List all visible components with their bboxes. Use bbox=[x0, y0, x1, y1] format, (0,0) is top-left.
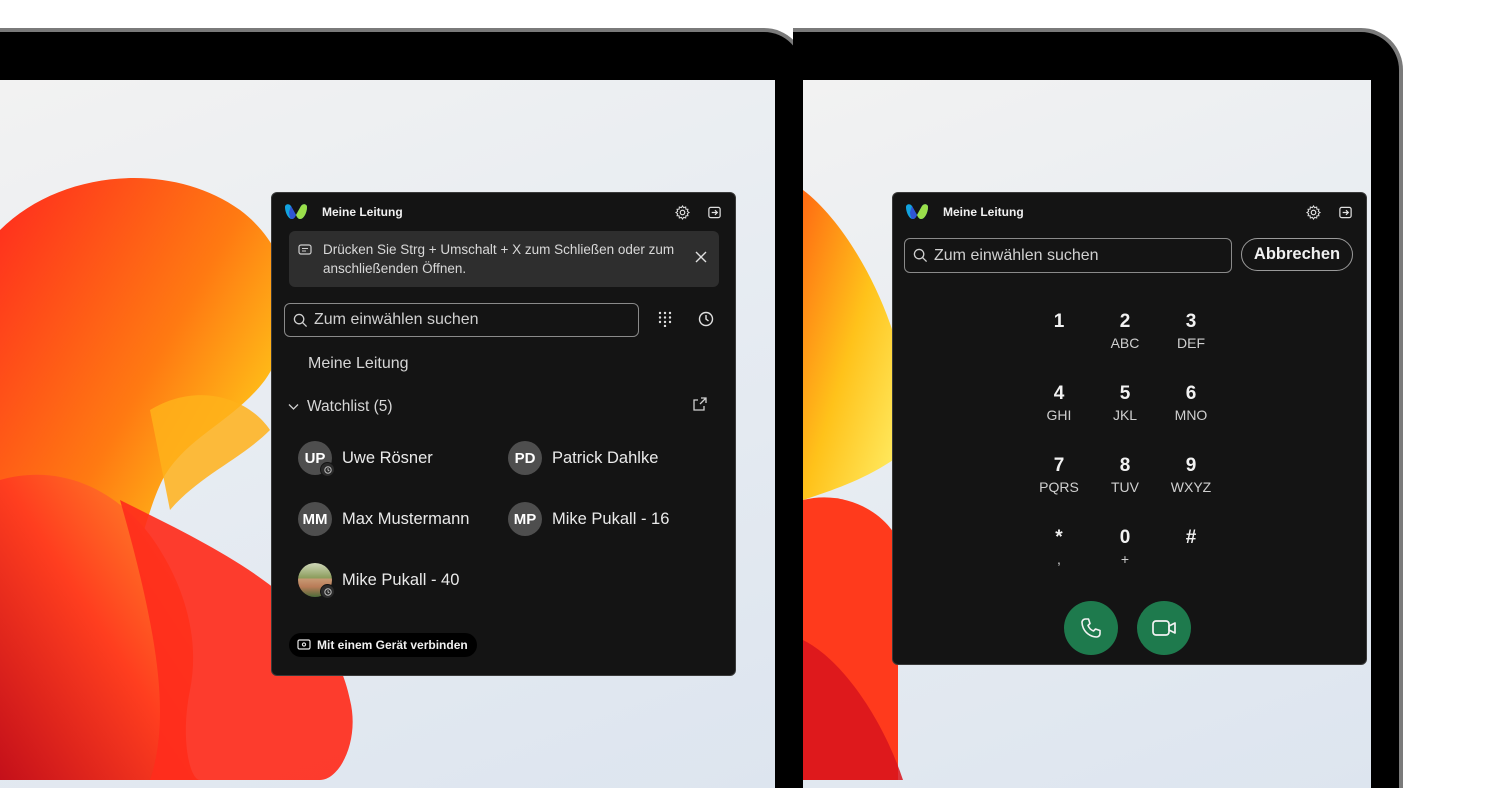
shortcut-hint-banner: Drücken Sie Strg + Umschalt + X zum Schl… bbox=[289, 231, 719, 287]
search-icon bbox=[293, 313, 308, 328]
webex-panel-dialpad: Meine Leitung Abbrechen 1 2ABC 3DEF bbox=[892, 192, 1367, 665]
message-icon bbox=[298, 243, 312, 262]
contact-name: Max Mustermann bbox=[342, 509, 470, 528]
key-1[interactable]: 1 bbox=[1026, 311, 1092, 383]
connect-device-button[interactable]: Mit einem Gerät verbinden bbox=[289, 633, 477, 657]
sign-out-icon[interactable] bbox=[1336, 203, 1354, 221]
panel-titlebar: Meine Leitung bbox=[284, 201, 723, 223]
contact-item[interactable]: MM Max Mustermann bbox=[298, 502, 469, 536]
watchlist-header[interactable]: Watchlist (5) bbox=[288, 398, 393, 416]
device-icon bbox=[297, 639, 311, 651]
phone-icon bbox=[1081, 618, 1101, 638]
dialpad-icon[interactable] bbox=[657, 311, 673, 327]
key-2[interactable]: 2 ABC bbox=[1092, 311, 1158, 383]
webex-logo bbox=[285, 204, 307, 219]
key-9[interactable]: 9 WXYZ bbox=[1158, 455, 1224, 527]
close-icon[interactable] bbox=[695, 249, 707, 268]
sign-out-icon[interactable] bbox=[705, 203, 723, 221]
away-clock-icon bbox=[320, 462, 335, 477]
contact-name: Uwe Rösner bbox=[342, 448, 433, 467]
avatar-photo bbox=[298, 563, 335, 599]
webex-logo bbox=[906, 204, 928, 219]
key-7[interactable]: 7 PQRS bbox=[1026, 455, 1092, 527]
tablet-right: Meine Leitung Abbrechen 1 2ABC 3DEF bbox=[793, 28, 1403, 788]
connect-label: Mit einem Gerät verbinden bbox=[317, 638, 468, 652]
contact-item[interactable]: Mike Pukall - 40 bbox=[298, 563, 460, 599]
contact-item[interactable]: MP Mike Pukall - 16 bbox=[508, 502, 669, 536]
banner-text: Drücken Sie Strg + Umschalt + X zum Schl… bbox=[323, 242, 675, 276]
dial-search-box[interactable] bbox=[284, 303, 639, 337]
key-6[interactable]: 6 MNO bbox=[1158, 383, 1224, 455]
away-clock-icon bbox=[320, 584, 335, 599]
video-icon bbox=[1152, 620, 1176, 636]
key-4[interactable]: 4 GHI bbox=[1026, 383, 1092, 455]
panel-titlebar: Meine Leitung bbox=[905, 201, 1354, 223]
avatar: MP bbox=[508, 502, 542, 536]
contact-name: Mike Pukall - 40 bbox=[342, 570, 460, 589]
panel-title: Meine Leitung bbox=[943, 205, 1024, 219]
cancel-button[interactable]: Abbrechen bbox=[1241, 238, 1353, 271]
avatar: PD bbox=[508, 441, 542, 475]
search-icon bbox=[913, 248, 928, 263]
key-5[interactable]: 5 JKL bbox=[1092, 383, 1158, 455]
dialpad: 1 2 ABC 3 DEF 4 GHI 5 JKL 6 MNO 7 PQRS 8 TUV 9W… bbox=[1026, 311, 1226, 599]
key-3[interactable]: 3 DEF bbox=[1158, 311, 1224, 383]
external-link-icon[interactable] bbox=[693, 397, 707, 411]
clock-icon[interactable] bbox=[698, 311, 714, 327]
contact-item[interactable]: PD Patrick Dahlke bbox=[508, 441, 658, 475]
tablet-left: Meine Leitung Drücken Sie Strg + Umschal… bbox=[0, 28, 806, 788]
chevron-down-icon bbox=[288, 403, 299, 411]
key-8[interactable]: 8 TUV bbox=[1092, 455, 1158, 527]
audio-call-button[interactable] bbox=[1064, 601, 1118, 655]
desktop-screen-right: Meine Leitung Abbrechen 1 2ABC 3DEF bbox=[803, 80, 1371, 788]
dial-search-box[interactable] bbox=[904, 238, 1232, 273]
avatar: MM bbox=[298, 502, 332, 536]
contact-name: Mike Pukall - 16 bbox=[552, 509, 670, 528]
search-input[interactable] bbox=[314, 311, 638, 329]
search-input[interactable] bbox=[934, 246, 1231, 265]
contact-name: Patrick Dahlke bbox=[552, 448, 659, 467]
key-star[interactable]: *, bbox=[1026, 527, 1092, 599]
webex-panel-dialer: Meine Leitung Drücken Sie Strg + Umschal… bbox=[271, 192, 736, 676]
gear-icon[interactable] bbox=[673, 203, 691, 221]
video-call-button[interactable] bbox=[1137, 601, 1191, 655]
gear-icon[interactable] bbox=[1304, 203, 1322, 221]
contact-item[interactable]: UP Uwe Rösner bbox=[298, 441, 433, 477]
my-line-label[interactable]: Meine Leitung bbox=[308, 355, 409, 373]
key-0[interactable]: 0 + bbox=[1092, 527, 1158, 599]
key-hash[interactable]: # bbox=[1158, 527, 1224, 599]
panel-title: Meine Leitung bbox=[322, 205, 403, 219]
avatar: UP bbox=[298, 441, 335, 477]
watchlist-label: Watchlist (5) bbox=[307, 398, 393, 415]
desktop-screen-left: Meine Leitung Drücken Sie Strg + Umschal… bbox=[0, 80, 775, 788]
